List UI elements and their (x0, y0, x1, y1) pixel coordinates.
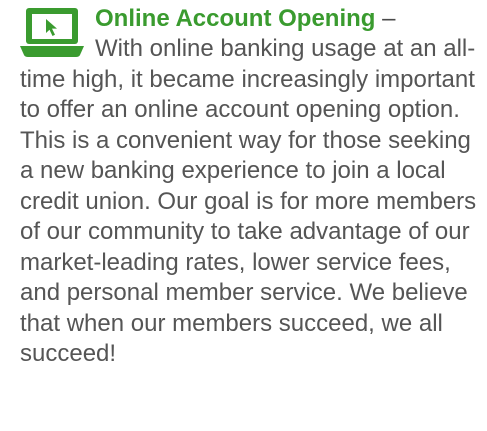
title-separator: – (375, 5, 396, 32)
feature-block: Online Account Opening – With online ban… (20, 4, 480, 370)
feature-title: Online Account Opening (95, 5, 376, 32)
feature-description: With online banking usage at an all-time… (20, 35, 477, 367)
title-line: Online Account Opening – (20, 4, 480, 34)
laptop-cursor-icon (20, 8, 84, 57)
